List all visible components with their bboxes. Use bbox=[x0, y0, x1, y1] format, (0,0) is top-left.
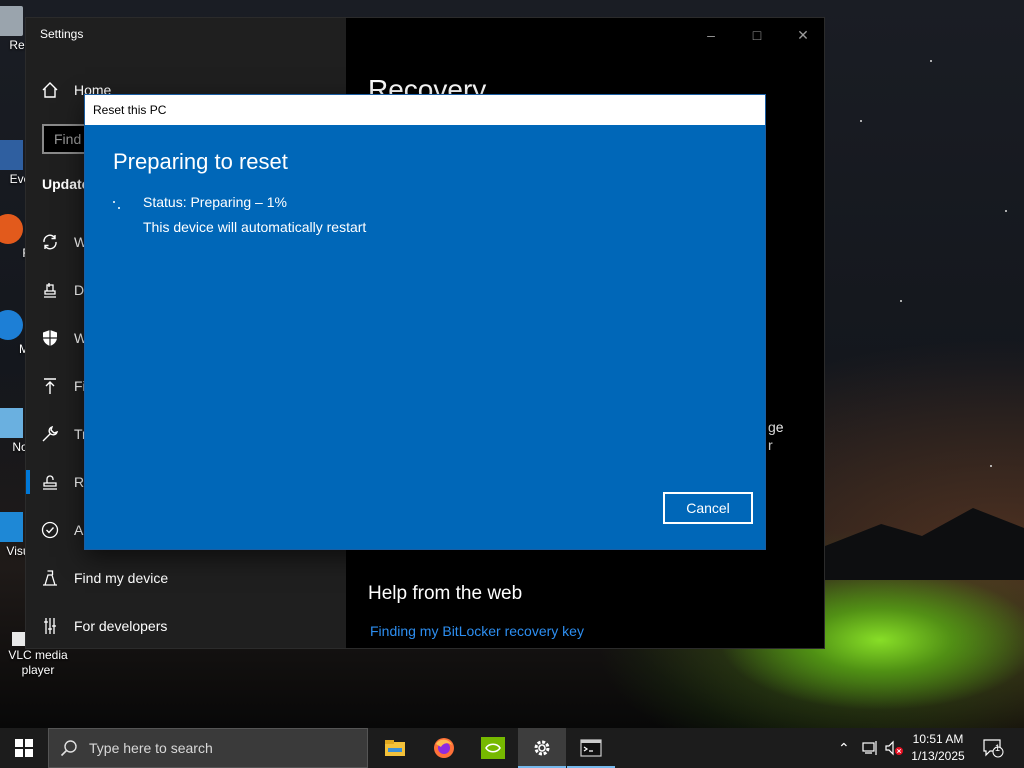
partial-content-text: ge r bbox=[768, 419, 784, 453]
home-icon bbox=[26, 81, 74, 99]
shield-icon bbox=[26, 329, 74, 347]
minimize-button[interactable]: – bbox=[696, 24, 726, 46]
window-title: Settings bbox=[40, 27, 84, 41]
network-icon[interactable] bbox=[862, 728, 880, 768]
notifications-icon bbox=[983, 739, 1004, 758]
terminal-icon bbox=[580, 739, 602, 757]
nvidia-icon bbox=[481, 737, 505, 759]
app-shortcut-icon bbox=[0, 140, 23, 170]
sidebar-item-label: For developers bbox=[74, 618, 168, 634]
wrench-icon bbox=[26, 425, 74, 443]
sidebar-item-for-developers[interactable]: For developers bbox=[26, 602, 346, 650]
file-explorer-icon bbox=[385, 740, 405, 756]
cancel-button[interactable]: Cancel bbox=[663, 492, 753, 524]
vlc-shortcut-icon bbox=[12, 632, 26, 646]
start-button[interactable] bbox=[0, 728, 48, 768]
action-center-button[interactable]: 1 bbox=[982, 728, 1004, 768]
desktop-icon-label: VLC media player bbox=[8, 648, 68, 677]
check-circle-icon bbox=[26, 521, 74, 539]
firefox-icon bbox=[434, 738, 454, 758]
reset-pc-dialog: Reset this PC Preparing to reset Status:… bbox=[85, 95, 765, 549]
wallpaper-star bbox=[990, 465, 992, 467]
clock-date: 1/13/2025 bbox=[911, 749, 965, 763]
firefox-shortcut-icon bbox=[0, 214, 23, 244]
sync-icon bbox=[26, 233, 74, 251]
wallpaper-star bbox=[930, 60, 932, 62]
progress-spinner-icon bbox=[113, 199, 121, 209]
show-hidden-icons-button[interactable]: ⌃ bbox=[838, 728, 850, 768]
taskbar-search-box[interactable]: Type here to search bbox=[48, 728, 368, 768]
edge-shortcut-icon bbox=[0, 310, 23, 340]
windows-logo-icon bbox=[15, 739, 33, 757]
recycle-bin-icon bbox=[0, 6, 23, 36]
bitlocker-help-link[interactable]: Finding my BitLocker recovery key bbox=[370, 623, 584, 639]
taskbar: Type here to search ⌃ 10:51 AM 1/13/2025… bbox=[0, 728, 1024, 768]
taskbar-firefox[interactable] bbox=[420, 728, 468, 768]
notepad-shortcut-icon bbox=[0, 408, 23, 438]
recovery-icon bbox=[26, 473, 74, 491]
taskbar-nvidia[interactable] bbox=[469, 728, 517, 768]
taskbar-file-explorer[interactable] bbox=[371, 728, 419, 768]
sidebar-section-title: Update bbox=[42, 176, 90, 192]
system-clock[interactable]: 10:51 AM 1/13/2025 bbox=[900, 731, 976, 765]
find-device-icon bbox=[26, 569, 74, 587]
delivery-icon bbox=[26, 281, 74, 299]
search-placeholder: Type here to search bbox=[89, 740, 213, 756]
wallpaper-star bbox=[900, 300, 902, 302]
help-section-title: Help from the web bbox=[368, 583, 523, 604]
reset-status-text: Status: Preparing – 1% bbox=[143, 194, 287, 210]
dialog-title: Reset this PC bbox=[85, 95, 765, 125]
settings-gear-icon bbox=[534, 740, 550, 756]
close-button[interactable]: ✕ bbox=[788, 24, 818, 46]
developers-icon bbox=[26, 617, 74, 635]
restart-note: This device will automatically restart bbox=[143, 219, 367, 235]
wallpaper-star bbox=[1005, 210, 1007, 212]
vscode-shortcut-icon bbox=[0, 512, 23, 542]
sidebar-item-find-my-device[interactable]: Find my device bbox=[26, 554, 346, 602]
taskbar-terminal[interactable] bbox=[567, 728, 615, 768]
notification-count: 1 bbox=[995, 743, 1001, 753]
sidebar-item-label: Find my device bbox=[74, 570, 169, 586]
wallpaper-star bbox=[860, 120, 862, 122]
maximize-button[interactable]: □ bbox=[742, 24, 772, 46]
find-placeholder: Find bbox=[54, 131, 82, 147]
chevron-up-icon: ⌃ bbox=[838, 739, 850, 756]
clock-time: 10:51 AM bbox=[912, 732, 964, 746]
backup-arrow-icon bbox=[26, 377, 74, 395]
dialog-heading: Preparing to reset bbox=[113, 149, 288, 174]
search-icon bbox=[49, 739, 89, 757]
taskbar-settings[interactable] bbox=[518, 728, 566, 768]
